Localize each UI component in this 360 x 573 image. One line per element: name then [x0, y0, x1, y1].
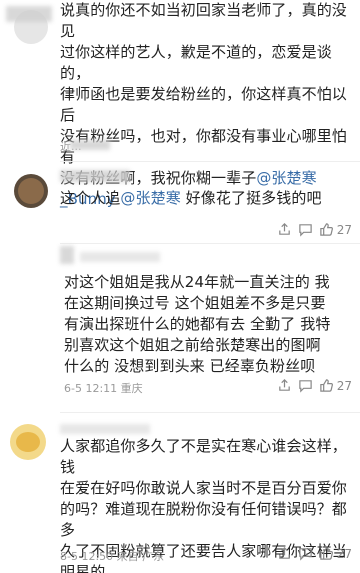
like-button[interactable]: 27: [319, 222, 352, 237]
like-button[interactable]: 27: [319, 546, 352, 561]
comment-1: 说真的你还不如当初回家当老师了，真的没见 过你这样的艺人，歉是不道的，恋爱是谈的…: [0, 0, 360, 208]
divider: [60, 412, 360, 413]
comment-line: 律师函也是要发给粉丝的，你这样真不怕以后: [60, 85, 347, 124]
comment-icon: [298, 380, 312, 393]
comment-line: 在这期间换过号 这个姐姐差不多是只要: [64, 294, 326, 312]
comment-3: 对这个姐姐是我从24年就一直关注的 我 在这期间换过号 这个姐姐差不多是只要 有…: [0, 246, 360, 412]
comment-icon: [298, 548, 312, 561]
blurred-avatar: [60, 246, 74, 264]
comment-actions: 27: [277, 222, 352, 237]
like-button[interactable]: 27: [319, 378, 352, 393]
blurred-username: [60, 170, 130, 182]
share-icon: [278, 547, 290, 559]
comment-line: 的吗？难道现在脱粉你没有任何错误吗？都多: [60, 500, 347, 539]
divider: [60, 243, 360, 244]
comment-line: 在爱在好吗你敢说人家当时不是百分百爱你: [60, 479, 347, 497]
comment-actions: 27: [277, 546, 352, 561]
blurred-username: [80, 252, 160, 262]
blurred-name: [6, 6, 52, 22]
share-icon: [278, 379, 290, 391]
comment-2: 这个人追@张楚寒 好像花了挺多钱的吧 27: [0, 168, 360, 240]
comment-line: 有演出探班什么的她都有去 全勤了 我特: [64, 315, 331, 333]
comment-actions: 27: [277, 378, 352, 393]
avatar[interactable]: [10, 424, 46, 460]
blurred-meta: [70, 140, 110, 150]
comment-icon: [298, 224, 312, 237]
comment-button[interactable]: [298, 546, 313, 561]
comment-line: 对这个姐姐是我从24年就一直关注的 我: [64, 273, 330, 291]
comment-meta: 8-5 12:50 来自 广东: [60, 550, 165, 563]
divider: [60, 161, 360, 162]
blurred-username: [60, 424, 150, 434]
like-icon: [319, 379, 333, 392]
share-button[interactable]: [277, 222, 292, 237]
comment-body: 这个人追@张楚寒 好像花了挺多钱的吧: [60, 189, 322, 207]
like-icon: [319, 223, 333, 236]
comment-body: 对这个姐姐是我从24年就一直关注的 我 在这期间换过号 这个姐姐差不多是只要 有…: [64, 272, 356, 377]
like-count: 27: [336, 546, 352, 561]
comment-4: 人家都追你多久了不是实在寒心谁会这样，钱 在爱在好吗你敢说人家当时不是百分百爱你…: [0, 418, 360, 573]
comment-line: 什么的 没想到到头来 已经辜负粉丝呗: [64, 357, 316, 375]
like-count: 27: [336, 222, 352, 237]
share-icon: [278, 223, 290, 235]
comment-line: 别喜欢这个姐姐之前给张楚寒出的图啊: [64, 336, 321, 354]
comment-meta: 6-5 12:11 重庆: [64, 382, 143, 395]
user-mention[interactable]: @张楚寒: [120, 189, 180, 207]
comment-button[interactable]: [298, 222, 313, 237]
share-button[interactable]: [277, 546, 292, 561]
comment-line: 人家都追你多久了不是实在寒心谁会这样，钱: [60, 437, 347, 476]
comment-line: 说真的你还不如当初回家当老师了，真的没见: [60, 1, 347, 40]
comment-button[interactable]: [298, 378, 313, 393]
comment-line: 过你这样的艺人，歉是不道的，恋爱是谈的，: [60, 43, 332, 82]
like-count: 27: [336, 378, 352, 393]
share-button[interactable]: [277, 378, 292, 393]
avatar[interactable]: [14, 174, 48, 208]
like-icon: [319, 547, 333, 560]
